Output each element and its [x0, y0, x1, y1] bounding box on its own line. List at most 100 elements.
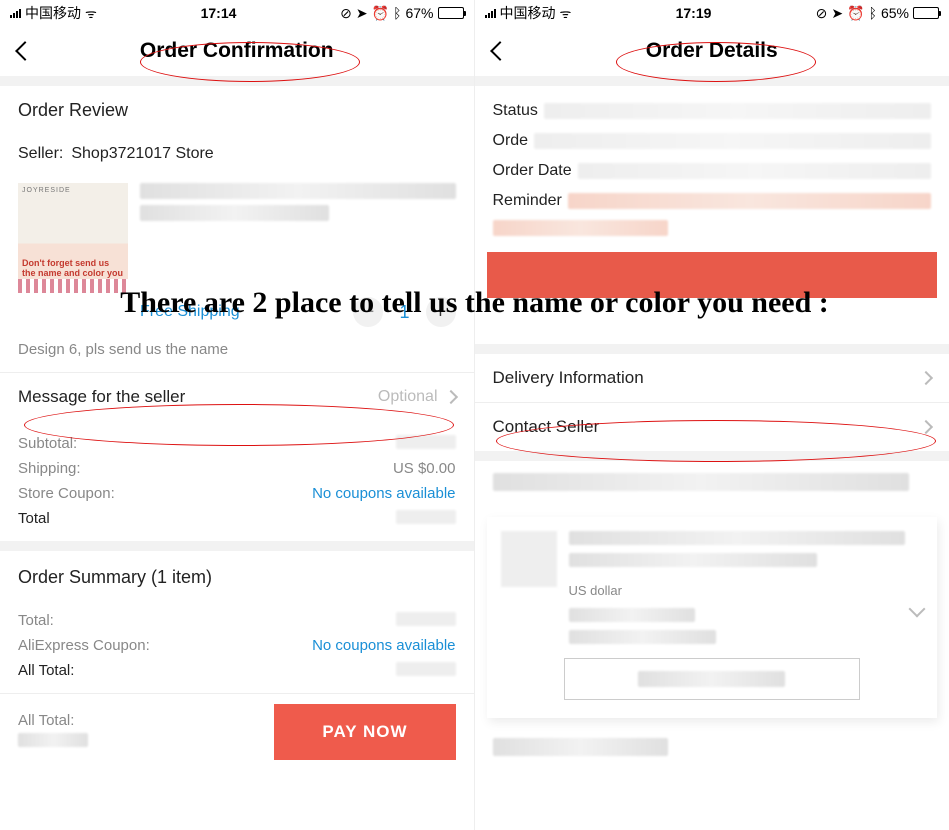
- total-value-blurred: [396, 510, 456, 524]
- totals-block: Subtotal: Shipping:US $0.00 Store Coupon…: [0, 421, 474, 541]
- quantity-value: 1: [399, 302, 409, 323]
- paybar-all-total-label: All Total:: [18, 712, 88, 729]
- message-seller-hint: Optional: [378, 388, 438, 406]
- ali-coupon-value[interactable]: No coupons available: [312, 637, 455, 654]
- paybar-amount-blurred: [18, 733, 88, 747]
- footer-block: [475, 726, 949, 774]
- separator: [475, 344, 949, 354]
- quantity-decrease-button[interactable]: −: [353, 297, 383, 327]
- battery-pct: 67%: [405, 5, 433, 21]
- product-title-blurred: [140, 183, 456, 199]
- page-title: Order Details: [646, 39, 778, 63]
- order-item-card: US dollar: [487, 517, 938, 718]
- order-review-section: Order Review: [0, 86, 474, 135]
- signal-icon: [485, 8, 496, 18]
- quantity-control: − 1 +: [353, 297, 455, 327]
- order-id-value-blurred: [534, 133, 931, 149]
- product-info: [140, 183, 456, 227]
- order-id-label: Orde: [493, 132, 529, 150]
- bluetooth-icon: ᛒ: [869, 5, 877, 21]
- nav-header: Order Details: [475, 26, 949, 76]
- button-label-blurred: [638, 671, 785, 687]
- delivery-information-row[interactable]: Delivery Information: [475, 354, 949, 402]
- status-label: Status: [493, 102, 538, 120]
- store-coupon-label: Store Coupon:: [18, 485, 115, 502]
- separator: [475, 451, 949, 461]
- message-seller-label: Message for the seller: [18, 387, 185, 407]
- thumb-decoration: [18, 279, 128, 293]
- chevron-right-icon: [443, 390, 457, 404]
- separator: [475, 76, 949, 86]
- alarm-icon: ⏰: [372, 5, 389, 22]
- chevron-down-icon[interactable]: [909, 601, 926, 618]
- item-action-button[interactable]: [564, 658, 860, 700]
- phone-order-details: 中国移动 ᯤ 17:19 ⊘ ➤ ⏰ ᛒ 65% Order Details S…: [475, 0, 949, 830]
- shipping-quantity-row: Free Shipping − 1 +: [0, 297, 474, 335]
- subtotal-value-blurred: [396, 435, 456, 449]
- pay-now-button[interactable]: PAY NOW: [274, 704, 455, 760]
- status-time: 17:14: [201, 5, 237, 21]
- reminder-value-blurred: [568, 193, 931, 209]
- chevron-right-icon: [919, 371, 933, 385]
- status-bar: 中国移动 ᯤ 17:19 ⊘ ➤ ⏰ ᛒ 65%: [475, 0, 949, 26]
- do-not-disturb-icon: ⊘: [816, 5, 828, 22]
- seller-label: Seller:: [18, 145, 63, 163]
- do-not-disturb-icon: ⊘: [340, 5, 352, 22]
- message-seller-row[interactable]: Message for the seller Optional: [0, 372, 474, 421]
- status-value-blurred: [544, 103, 931, 119]
- order-review-title: Order Review: [18, 100, 456, 121]
- separator: [0, 76, 474, 86]
- product-subtitle-blurred: [140, 205, 329, 221]
- chevron-right-icon: [919, 420, 933, 434]
- order-date-value-blurred: [578, 163, 931, 179]
- ali-coupon-label: AliExpress Coupon:: [18, 637, 150, 654]
- separator: [0, 541, 474, 551]
- order-meta-block: Status Orde Order Date Reminder: [475, 86, 949, 246]
- carrier-label: 中国移动: [25, 3, 81, 23]
- status-time: 17:19: [676, 5, 712, 21]
- product-row[interactable]: JOYRESIDE Don't forget send us the name …: [0, 177, 474, 297]
- variant-note: Design 6, pls send us the name: [0, 335, 474, 372]
- bluetooth-icon: ᛒ: [393, 5, 401, 21]
- item-line-blurred: [569, 630, 717, 644]
- back-button[interactable]: [14, 38, 28, 62]
- contact-seller-row[interactable]: Contact Seller: [475, 402, 949, 451]
- summary-block: Total: AliExpress Coupon: No coupons avai…: [0, 598, 474, 693]
- battery-icon: [913, 7, 939, 19]
- delivery-information-label: Delivery Information: [493, 368, 644, 388]
- shipping-value: US $0.00: [393, 460, 456, 477]
- thumb-brand: JOYRESIDE: [22, 187, 71, 195]
- signal-icon: [10, 8, 21, 18]
- contact-seller-label: Contact Seller: [493, 417, 600, 437]
- wifi-icon: ᯤ: [85, 4, 97, 22]
- currency-note: US dollar: [569, 583, 924, 598]
- reminder-label: Reminder: [493, 192, 562, 210]
- location-icon: ➤: [356, 5, 368, 22]
- battery-icon: [438, 7, 464, 19]
- seller-row[interactable]: Seller: Shop3721017 Store: [0, 135, 474, 177]
- summary-total-label: Total:: [18, 612, 54, 629]
- address-block: [475, 461, 949, 509]
- battery-pct: 65%: [881, 5, 909, 21]
- alert-banner: [487, 252, 938, 298]
- carrier-label: 中国移动: [500, 3, 556, 23]
- reminder-value-blurred-2: [493, 220, 668, 236]
- order-summary-title: Order Summary (1 item): [0, 551, 474, 598]
- spacer: [475, 304, 949, 344]
- free-shipping-label[interactable]: Free Shipping: [140, 303, 240, 321]
- order-date-label: Order Date: [493, 162, 572, 180]
- product-thumbnail[interactable]: JOYRESIDE Don't forget send us the name …: [18, 183, 128, 293]
- back-button[interactable]: [489, 38, 503, 62]
- page-title: Order Confirmation: [140, 39, 334, 63]
- address-line-blurred: [493, 473, 910, 491]
- quantity-increase-button[interactable]: +: [426, 297, 456, 327]
- phone-order-confirmation: 中国移动 ᯤ 17:14 ⊘ ➤ ⏰ ᛒ 67% Order Confirmat…: [0, 0, 475, 830]
- store-coupon-value[interactable]: No coupons available: [312, 485, 455, 502]
- item-thumbnail[interactable]: [501, 531, 557, 587]
- total-label: Total: [18, 510, 50, 527]
- item-line-blurred: [569, 608, 696, 622]
- pay-bar: All Total: PAY NOW: [0, 694, 474, 760]
- all-total-label: All Total:: [18, 662, 74, 679]
- status-bar: 中国移动 ᯤ 17:14 ⊘ ➤ ⏰ ᛒ 67%: [0, 0, 474, 26]
- alarm-icon: ⏰: [847, 5, 864, 22]
